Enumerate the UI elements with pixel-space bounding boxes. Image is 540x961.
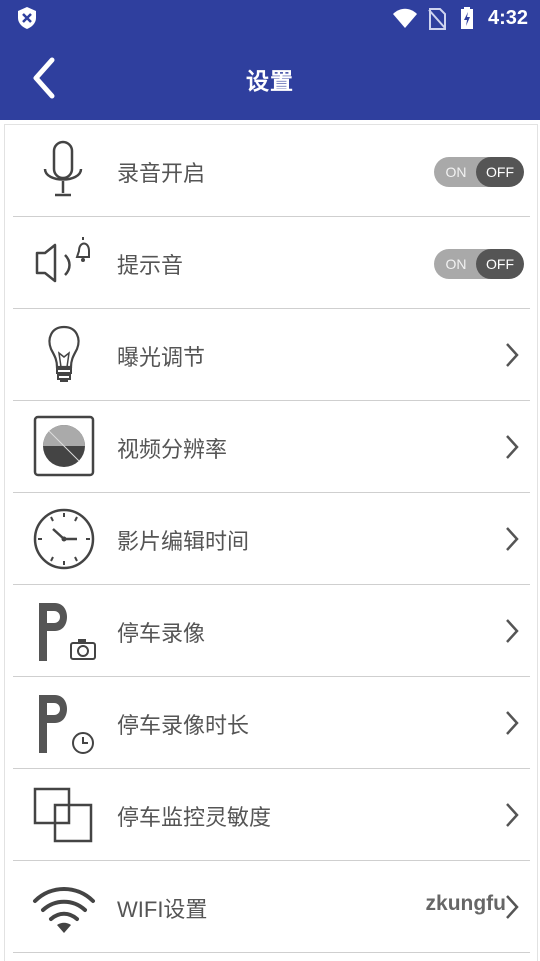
setting-label: 影片编辑时间: [117, 529, 250, 554]
resolution-icon: [31, 415, 97, 479]
prompt-sound-toggle[interactable]: ON OFF: [434, 249, 524, 279]
settings-list: 录音开启 ON OFF 提示音 ON OFF 曝光调节 视频分辨率 影片编辑时间…: [4, 124, 538, 961]
toggle-on-label: ON: [445, 164, 467, 180]
setting-row-video-resolution[interactable]: 视频分辨率: [13, 401, 530, 493]
setting-row-clip-duration[interactable]: 影片编辑时间: [13, 493, 530, 585]
setting-label: 提示音: [117, 253, 184, 278]
setting-label: 曝光调节: [117, 345, 206, 370]
setting-row-prompt-sound[interactable]: 提示音 ON OFF: [13, 217, 530, 309]
toggle-off-label: OFF: [476, 249, 524, 279]
setting-label: 停车录像: [117, 621, 206, 646]
chevron-right-icon: [502, 433, 522, 461]
record-audio-toggle[interactable]: ON OFF: [434, 157, 524, 187]
chevron-right-icon: [502, 617, 522, 645]
setting-row-exposure[interactable]: 曝光调节: [13, 309, 530, 401]
page-title: 设置: [246, 68, 294, 94]
setting-row-wifi[interactable]: WIFI设置 zkungfu: [13, 861, 530, 953]
setting-label: WIFI设置: [117, 897, 208, 922]
microphone-icon: [31, 139, 97, 203]
setting-label: 停车录像时长: [117, 713, 250, 738]
toggle-off-label: OFF: [476, 157, 524, 187]
wifi-status-icon: [392, 8, 418, 33]
battery-charging-icon: [459, 6, 475, 35]
no-sim-icon: [428, 8, 446, 35]
wifi-name-value: zkungfu: [425, 892, 506, 915]
chevron-right-icon: [502, 801, 522, 829]
shield-icon: [16, 6, 38, 35]
chevron-right-icon: [502, 709, 522, 737]
chevron-right-icon: [502, 893, 522, 921]
speaker-bell-icon: [31, 231, 97, 295]
app-bar: 设置: [0, 36, 540, 120]
setting-row-parking-record[interactable]: 停车录像: [13, 585, 530, 677]
setting-row-parking-sensitivity[interactable]: 停车监控灵敏度: [13, 769, 530, 861]
setting-label: 视频分辨率: [117, 437, 228, 462]
setting-label: 停车监控灵敏度: [117, 805, 272, 830]
chevron-right-icon: [502, 525, 522, 553]
light-bulb-icon: [31, 323, 97, 387]
toggle-on-label: ON: [445, 256, 467, 272]
status-time: 4:32: [487, 7, 528, 29]
status-bar: 4:32: [0, 0, 540, 36]
overlap-squares-icon: [31, 783, 97, 847]
setting-row-record-audio[interactable]: 录音开启 ON OFF: [13, 125, 530, 217]
chevron-right-icon: [502, 341, 522, 369]
setting-row-parking-duration[interactable]: 停车录像时长: [13, 677, 530, 769]
parking-clock-icon: [31, 691, 97, 755]
clock-icon: [31, 507, 97, 571]
setting-label: 录音开启: [117, 161, 206, 186]
wifi-icon: [31, 875, 97, 939]
parking-camera-icon: [31, 599, 97, 663]
